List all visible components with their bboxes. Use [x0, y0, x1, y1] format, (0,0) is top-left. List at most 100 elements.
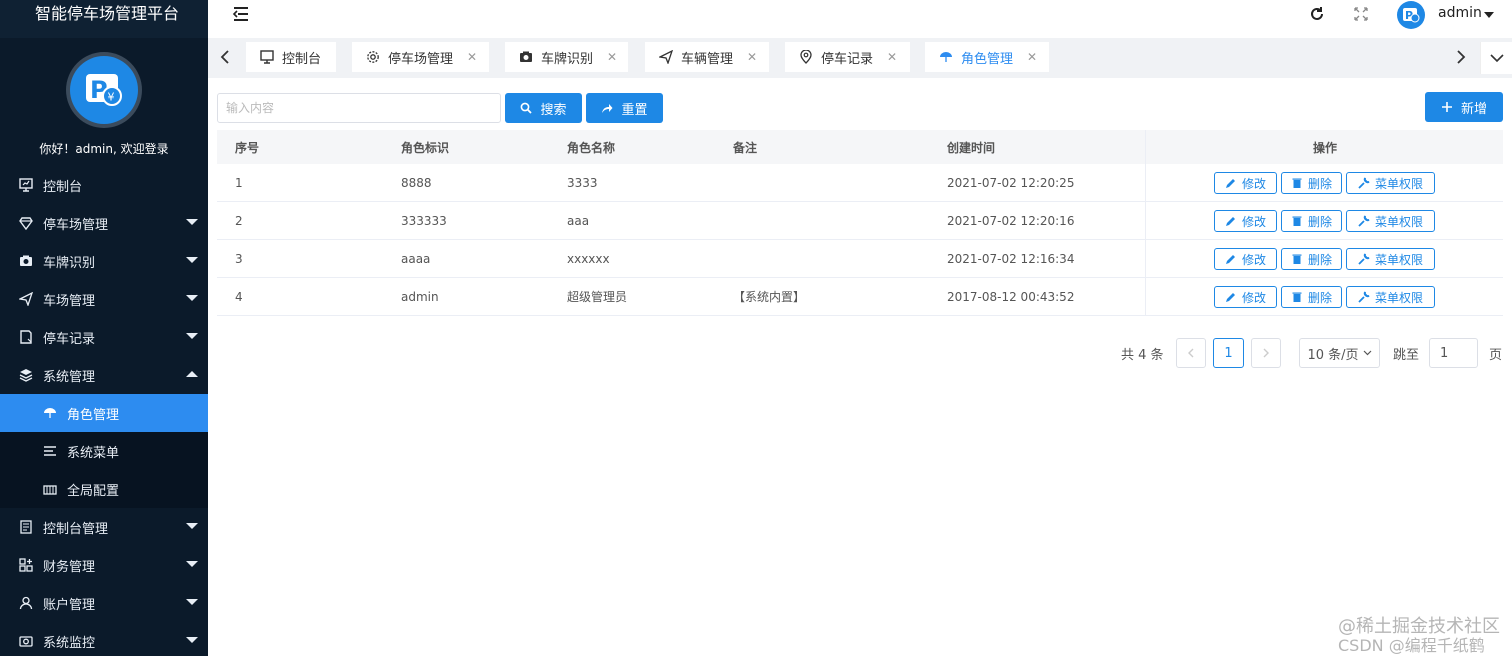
- tag-dashboard[interactable]: 控制台: [246, 42, 336, 72]
- delete-button[interactable]: 删除: [1281, 286, 1342, 308]
- menu-toggle-icon[interactable]: [232, 6, 250, 22]
- monitor-icon: [18, 177, 34, 193]
- config-icon: [42, 481, 58, 497]
- sidebar-item-yard[interactable]: 车场管理: [0, 280, 208, 318]
- next-page-button[interactable]: [1251, 338, 1281, 368]
- sidebar-item-system-menu[interactable]: 系统菜单: [0, 432, 208, 470]
- tag-parking-record[interactable]: 停车记录 ✕: [785, 42, 910, 72]
- sidebar: 智能停车场管理平台 P ¥ 你好！admin, 欢迎登录 控制台 停车场管理 车…: [0, 0, 208, 656]
- umbrella-icon: [939, 49, 955, 65]
- cell-index: 4: [235, 289, 243, 304]
- camera-icon: [519, 49, 535, 65]
- sidebar-item-console-mgmt[interactable]: 控制台管理: [0, 508, 208, 546]
- caret-down-icon: [186, 219, 198, 225]
- caret-down-icon: [186, 295, 198, 301]
- grid-icon: [18, 557, 34, 573]
- sidebar-item-label: 控制台: [43, 179, 83, 195]
- cell-created: 2017-08-12 00:43:52: [947, 289, 1075, 304]
- chevron-left-icon: [1188, 348, 1194, 358]
- chevron-down-icon: [1363, 350, 1371, 356]
- close-icon[interactable]: ✕: [747, 50, 757, 64]
- table-row: 3 aaaa xxxxxx 2021-07-02 12:16:34 修改 删除 …: [217, 240, 1503, 278]
- menu-perm-button[interactable]: 菜单权限: [1346, 172, 1435, 194]
- delete-label: 删除: [1307, 252, 1332, 267]
- col-role-name: 角色名称: [567, 140, 616, 155]
- trash-icon: [1291, 215, 1303, 227]
- table-row: 2 333333 aaa 2021-07-02 12:20:16 修改 删除 菜…: [217, 202, 1503, 240]
- add-button[interactable]: 新增: [1425, 92, 1503, 122]
- user-name[interactable]: admin: [1438, 5, 1482, 21]
- edit-button[interactable]: 修改: [1214, 210, 1277, 232]
- pencil-icon: [1225, 177, 1237, 189]
- perm-label: 菜单权限: [1374, 290, 1423, 305]
- tag-parking-lot[interactable]: 停车场管理 ✕: [352, 42, 489, 72]
- tag-vehicle[interactable]: 车辆管理 ✕: [645, 42, 769, 72]
- list-icon: [42, 443, 58, 459]
- cell-index: 1: [235, 175, 243, 190]
- app-root: 智能停车场管理平台 P ¥ 你好！admin, 欢迎登录 控制台 停车场管理 车…: [0, 0, 1512, 656]
- diamond-icon: [18, 215, 34, 231]
- edit-button[interactable]: 修改: [1214, 248, 1277, 270]
- wrench-icon: [1358, 177, 1370, 189]
- caret-down-icon[interactable]: [1484, 12, 1494, 18]
- tags-scroll-right-icon[interactable]: [1452, 48, 1468, 66]
- edit-button[interactable]: 修改: [1214, 286, 1277, 308]
- profile-area: P ¥ 你好！admin, 欢迎登录: [0, 38, 208, 166]
- sidebar-item-records[interactable]: 停车记录: [0, 318, 208, 356]
- edit-button[interactable]: 修改: [1214, 172, 1277, 194]
- role-table: 序号 角色标识 角色名称 备注 创建时间 操作 1 8888 3333 2021…: [217, 130, 1503, 316]
- brand-title: 智能停车场管理平台: [0, 0, 208, 38]
- sidebar-item-dashboard[interactable]: 控制台: [0, 166, 208, 204]
- page-number[interactable]: 1: [1213, 338, 1244, 368]
- menu-perm-button[interactable]: 菜单权限: [1346, 210, 1435, 232]
- search-button[interactable]: 搜索: [505, 93, 582, 123]
- sidebar-item-account[interactable]: 账户管理: [0, 584, 208, 622]
- sidebar-item-label: 全局配置: [67, 483, 120, 499]
- reset-button[interactable]: 重置: [586, 93, 663, 123]
- search-input[interactable]: [217, 93, 501, 123]
- menu-perm-button[interactable]: 菜单权限: [1346, 248, 1435, 270]
- fullscreen-icon[interactable]: [1353, 6, 1369, 22]
- refresh-icon[interactable]: [1309, 6, 1325, 22]
- sidebar-item-plate-recognition[interactable]: 车牌识别: [0, 242, 208, 280]
- tags-dropdown[interactable]: [1480, 42, 1512, 74]
- page-size-select[interactable]: 10 条/页: [1299, 338, 1380, 368]
- note-icon: [18, 329, 34, 345]
- tags-scroll-left-icon[interactable]: [218, 48, 234, 66]
- search-icon: [520, 101, 534, 115]
- sidebar-item-role[interactable]: 角色管理: [0, 394, 208, 432]
- sidebar-item-label: 财务管理: [43, 559, 96, 575]
- tag-label: 停车场管理: [388, 51, 454, 67]
- cell-created: 2021-07-02 12:20:25: [947, 175, 1075, 190]
- menu-perm-button[interactable]: 菜单权限: [1346, 286, 1435, 308]
- tag-plate-recognition[interactable]: 车牌识别 ✕: [505, 42, 628, 72]
- jump-input[interactable]: 1: [1429, 338, 1478, 368]
- close-icon[interactable]: ✕: [1027, 50, 1037, 64]
- col-ops: 操作: [1313, 140, 1338, 155]
- sidebar-item-system[interactable]: 系统管理: [0, 356, 208, 394]
- cell-role-key: admin: [401, 289, 439, 304]
- close-icon[interactable]: ✕: [607, 50, 617, 64]
- sidebar-item-monitor[interactable]: 系统监控: [0, 622, 208, 656]
- layers-icon: [18, 367, 34, 383]
- sidebar-item-parking-lot[interactable]: 停车场管理: [0, 204, 208, 242]
- delete-button[interactable]: 删除: [1281, 248, 1342, 270]
- delete-button[interactable]: 删除: [1281, 172, 1342, 194]
- page-suffix: 页: [1489, 348, 1503, 363]
- delete-button[interactable]: 删除: [1281, 210, 1342, 232]
- sidebar-item-label: 系统菜单: [67, 445, 120, 461]
- pencil-icon: [1225, 253, 1237, 265]
- tag-role[interactable]: 角色管理 ✕: [925, 42, 1049, 72]
- cell-role-name: xxxxxx: [567, 251, 610, 266]
- tag-label: 控制台: [282, 51, 322, 67]
- prev-page-button[interactable]: [1176, 338, 1206, 368]
- sidebar-item-global-config[interactable]: 全局配置: [0, 470, 208, 508]
- send-icon: [659, 49, 675, 65]
- tag-label: 车牌识别: [541, 51, 594, 67]
- avatar[interactable]: P: [1397, 1, 1425, 29]
- close-icon[interactable]: ✕: [887, 50, 897, 64]
- sidebar-item-finance[interactable]: 财务管理: [0, 546, 208, 584]
- cell-created: 2021-07-02 12:20:16: [947, 213, 1075, 228]
- cell-role-name: aaa: [567, 213, 590, 228]
- close-icon[interactable]: ✕: [467, 50, 477, 64]
